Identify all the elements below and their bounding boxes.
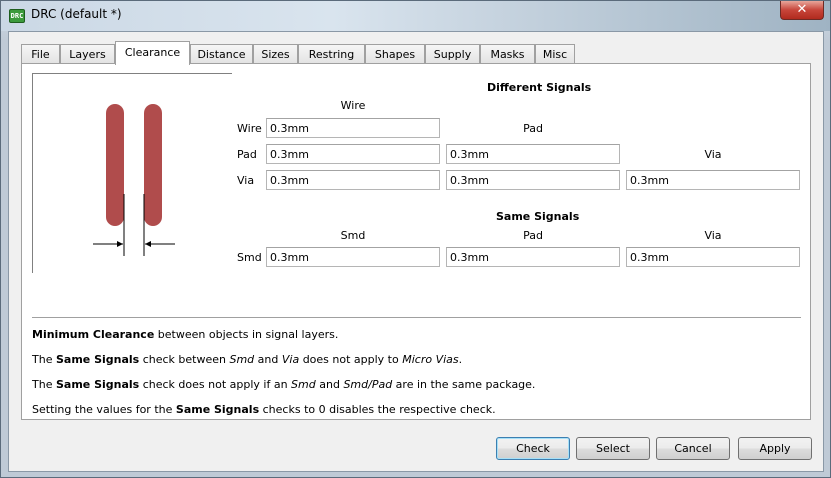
col-label-same-smd: Smd [340,229,366,242]
col-label-same-pad: Pad [523,229,543,242]
tab-restring[interactable]: Restring [298,44,365,64]
same-smd-pad-input[interactable] [446,247,620,267]
col-label-pad: Pad [523,122,543,135]
note-same-package: The Same Signals check does not apply if… [32,378,536,391]
clearance-panel: Different Signals Wire Wire Pad Pad Via … [21,63,811,420]
left-arrowhead [117,241,123,247]
note-micro-vias: The Same Signals check between Smd and V… [32,353,463,366]
via-wire-clearance-input[interactable] [266,170,440,190]
tab-file[interactable]: File [21,44,60,64]
col-label-via: Via [704,148,722,161]
right-arrowhead [145,241,151,247]
dialog-client-area: File Layers Clearance Distance Sizes Res… [8,31,824,472]
clearance-illustration [32,73,232,273]
row-label-pad: Pad [237,148,257,161]
close-button[interactable]: ✕ [780,1,824,20]
title-bar[interactable]: DRC DRC (default *) ✕ [1,1,830,31]
same-signals-heading: Same Signals [496,210,580,223]
col-label-same-via: Via [704,229,722,242]
tab-supply[interactable]: Supply [425,44,480,64]
tab-layers[interactable]: Layers [60,44,115,64]
same-smd-smd-input[interactable] [266,247,440,267]
tab-shapes[interactable]: Shapes [365,44,425,64]
different-signals-heading: Different Signals [487,81,592,94]
drc-app-icon: DRC [9,9,25,23]
col-label-wire: Wire [340,99,366,112]
cancel-button[interactable]: Cancel [656,437,730,460]
note-zero-disables: Setting the values for the Same Signals … [32,403,496,416]
wire-wire-clearance-input[interactable] [266,118,440,138]
same-smd-via-input[interactable] [626,247,800,267]
check-button[interactable]: Check [496,437,570,460]
tab-distance[interactable]: Distance [190,44,253,64]
row-label-via: Via [237,174,255,187]
window-title: DRC (default *) [31,7,122,21]
apply-button[interactable]: Apply [738,437,812,460]
tab-sizes[interactable]: Sizes [253,44,298,64]
tab-masks[interactable]: Masks [480,44,535,64]
right-trace [144,104,162,226]
separator [32,317,801,318]
drc-dialog: DRC DRC (default *) ✕ File Layers Cleara… [0,0,831,478]
tab-clearance[interactable]: Clearance [115,41,190,65]
tab-misc[interactable]: Misc [535,44,575,64]
close-icon: ✕ [796,2,808,17]
pad-wire-clearance-input[interactable] [266,144,440,164]
via-via-clearance-input[interactable] [626,170,800,190]
row-label-wire: Wire [237,122,262,135]
left-trace [106,104,124,226]
note-minimum-clearance: Minimum Clearance between objects in sig… [32,328,339,341]
row-label-same-smd: Smd [237,251,262,264]
select-button[interactable]: Select [576,437,650,460]
pad-pad-clearance-input[interactable] [446,144,620,164]
clearance-diagram [93,104,175,256]
via-pad-clearance-input[interactable] [446,170,620,190]
